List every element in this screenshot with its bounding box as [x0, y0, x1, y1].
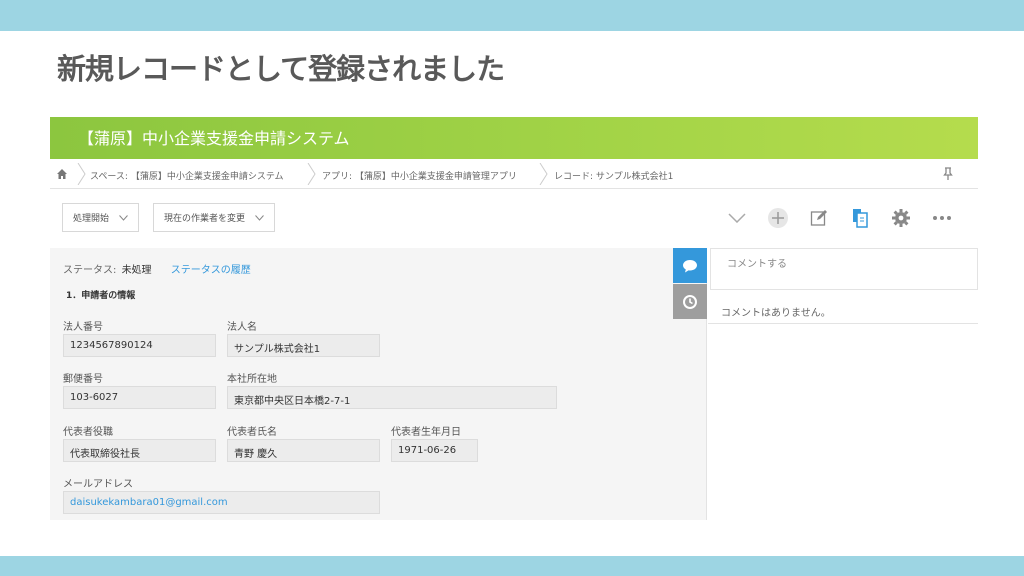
breadcrumb-separator: [539, 163, 548, 185]
email-value[interactable]: daisukekambara01@gmail.com: [63, 491, 380, 514]
corp-number-label: 法人番号: [63, 322, 103, 333]
bottom-band: [0, 556, 1024, 576]
postal-code-label: 郵便番号: [63, 374, 103, 385]
address-value: 東京都中央区日本橋2-7-1: [227, 386, 557, 409]
app-screenshot: 【蒲原】中小企業支援金申請システム スペース: 【蒲原】中小企業支援金申請システ…: [50, 117, 978, 520]
no-comments-message: コメントはありません。: [708, 290, 978, 324]
email-label: メールアドレス: [63, 479, 133, 490]
rep-name-label: 代表者氏名: [227, 427, 277, 438]
history-tab[interactable]: [673, 284, 707, 319]
app-header: 【蒲原】中小企業支援金申請システム: [50, 117, 978, 159]
breadcrumb-separator: [307, 163, 316, 185]
rep-name-value: 青野 慶久: [227, 439, 380, 462]
top-band: [0, 0, 1024, 31]
record-toolbar: 処理開始 現在の作業者を変更: [50, 190, 978, 248]
side-tabs: [673, 248, 707, 319]
process-start-label: 処理開始: [73, 214, 110, 224]
comment-icon: [683, 259, 697, 272]
breadcrumb-app[interactable]: アプリ: 【蒲原】中小企業支援金申請管理アプリ: [322, 169, 517, 182]
history-icon: [683, 294, 697, 309]
corp-number-value: 1234567890124: [63, 334, 216, 357]
status-value: 未処理: [121, 265, 152, 276]
pin-icon[interactable]: [943, 167, 953, 181]
record-form: ステータス: 未処理 ステータスの履歴 1．申請者の情報 法人番号 123456…: [50, 248, 707, 520]
slide-title: 新規レコードとして登録されました: [57, 52, 505, 86]
comments-panel: コメントする コメントはありません。: [708, 248, 978, 520]
home-icon[interactable]: [56, 168, 68, 180]
comment-input[interactable]: コメントする: [710, 248, 978, 290]
breadcrumb-space[interactable]: スペース: 【蒲原】中小企業支援金申請システム: [90, 169, 284, 182]
corp-name-value: サンプル株式会社1: [227, 334, 380, 357]
breadcrumb-separator: [77, 163, 86, 185]
app-title: 【蒲原】中小企業支援金申請システム: [78, 129, 350, 148]
process-start-button[interactable]: 処理開始: [62, 203, 140, 232]
rep-birthdate-value: 1971-06-26: [391, 439, 478, 462]
copy-icon[interactable]: [849, 207, 871, 229]
more-icon[interactable]: [931, 207, 953, 229]
status-line: ステータス: 未処理 ステータスの履歴: [63, 261, 251, 276]
collapse-chevron-icon[interactable]: [726, 207, 748, 229]
edit-icon[interactable]: [808, 207, 830, 229]
chevron-down-icon: [119, 214, 128, 221]
rep-title-label: 代表者役職: [63, 427, 113, 438]
status-history-link[interactable]: ステータスの履歴: [171, 265, 251, 276]
section-title: 1．申請者の情報: [66, 291, 136, 301]
rep-title-value: 代表取締役社長: [63, 439, 216, 462]
postal-code-value: 103-6027: [63, 386, 216, 409]
change-assignee-button[interactable]: 現在の作業者を変更: [153, 203, 276, 232]
status-label: ステータス:: [63, 265, 117, 276]
plus-icon[interactable]: [767, 207, 789, 229]
breadcrumb-record: レコード: サンプル株式会社1: [554, 172, 674, 182]
address-label: 本社所在地: [227, 374, 277, 385]
breadcrumb: スペース: 【蒲原】中小企業支援金申請システム アプリ: 【蒲原】中小企業支援金…: [50, 159, 978, 189]
corp-name-label: 法人名: [227, 322, 257, 333]
comment-tab[interactable]: [673, 248, 707, 283]
gear-icon[interactable]: [890, 207, 912, 229]
rep-birthdate-label: 代表者生年月日: [391, 427, 461, 438]
change-assignee-label: 現在の作業者を変更: [164, 214, 246, 224]
chevron-down-icon: [255, 214, 264, 221]
